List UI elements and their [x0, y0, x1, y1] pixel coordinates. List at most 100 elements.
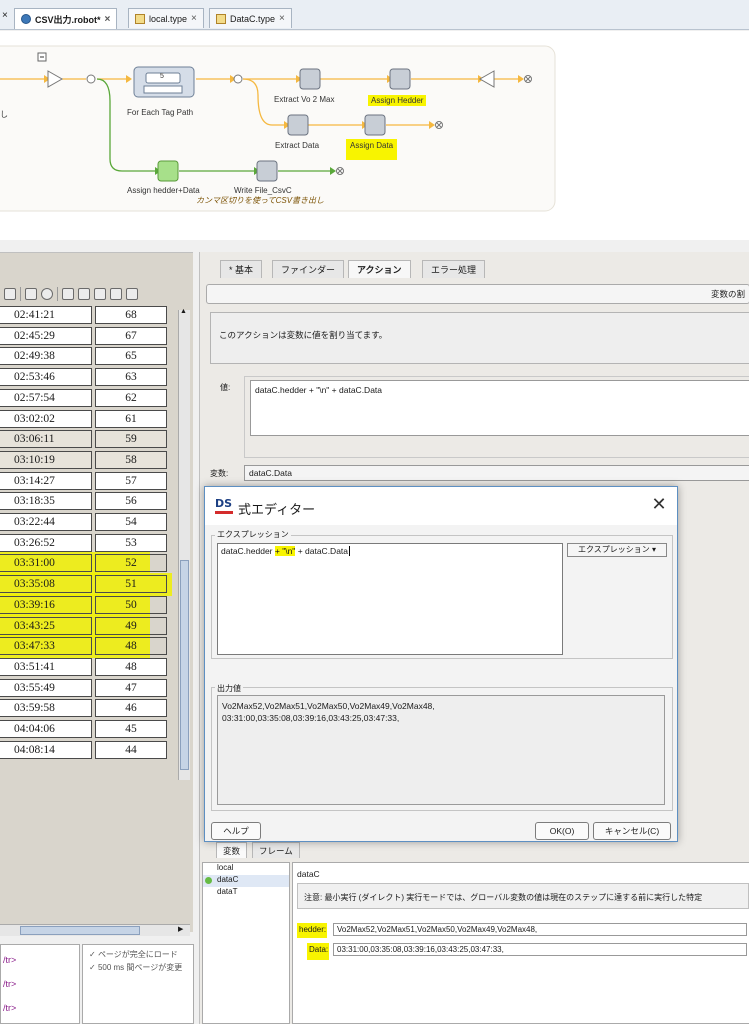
close-icon[interactable]: × — [105, 14, 111, 25]
source-view[interactable]: /tr> /tr> /tr> — [0, 944, 80, 1024]
table-row[interactable]: 03:31:00 52 — [0, 552, 170, 576]
time-cell[interactable]: 03:22:44 — [0, 513, 92, 531]
tab-basic[interactable]: * 基本 — [220, 260, 263, 278]
for-each-label[interactable]: For Each Tag Path — [127, 108, 193, 117]
value-cell[interactable]: 68 — [95, 306, 167, 324]
value-cell[interactable]: 45 — [95, 720, 167, 738]
flow-canvas[interactable]: し 5 For Each Tag Path Extract Vo 2 Max A… — [0, 31, 749, 240]
time-cell[interactable]: 03:26:52 — [0, 533, 92, 552]
tab-variables[interactable]: 変数 — [216, 842, 248, 858]
write-file-label[interactable]: Write File_CsvC — [234, 186, 292, 195]
time-cell[interactable]: 03:10:19 — [0, 450, 92, 469]
table-row[interactable]: 03:47:33 48 — [0, 635, 170, 658]
table-row[interactable]: 03:02:02 61 — [0, 408, 170, 428]
time-cell[interactable]: 02:53:46 — [0, 368, 92, 387]
table-row[interactable]: 03:55:49 47 — [0, 677, 170, 697]
tab-error-handling[interactable]: エラー処理 — [422, 260, 486, 278]
value-cell[interactable]: 47 — [95, 678, 167, 697]
table-row[interactable]: 03:22:44 54 — [0, 511, 170, 531]
value-cell[interactable]: 44 — [95, 740, 167, 759]
data-field[interactable]: 03:31:00,03:35:08,03:39:16,03:43:25,03:4… — [333, 943, 747, 956]
table-row[interactable]: 03:06:11 59 — [0, 428, 170, 449]
value-cell[interactable]: 65 — [95, 347, 167, 366]
window-icon[interactable] — [110, 288, 122, 300]
hedder-field[interactable]: Vo2Max52,Vo2Max51,Vo2Max50,Vo2Max49,Vo2M… — [333, 923, 747, 936]
variable-item-datat[interactable]: dataT — [203, 887, 289, 899]
close-icon[interactable]: × — [2, 10, 8, 21]
table-row[interactable]: 02:45:29 67 — [0, 325, 170, 345]
tab-datac-type[interactable]: DataC.type × — [209, 8, 292, 28]
time-cell[interactable]: 02:49:38 — [0, 347, 92, 366]
value-cell[interactable]: 57 — [95, 471, 167, 490]
time-cell[interactable]: 03:51:41 — [0, 657, 92, 676]
ok-button[interactable]: OK(O) — [535, 822, 589, 840]
scroll-up-icon[interactable]: ▲ — [180, 308, 187, 315]
value-field[interactable]: dataC.hedder + "\n" + dataC.Data — [250, 380, 749, 436]
time-cell[interactable]: 03:59:58 — [0, 699, 92, 718]
table-row[interactable]: 03:51:41 48 — [0, 656, 170, 676]
variable-field[interactable]: dataC.Data — [244, 465, 749, 481]
time-cell[interactable]: 03:02:02 — [0, 409, 92, 428]
assign-data-label[interactable]: Assign Data — [346, 139, 398, 160]
assign-hedder-data-label[interactable]: Assign hedder+Data — [127, 186, 200, 195]
tab-frames[interactable]: フレーム — [252, 842, 300, 858]
time-cell[interactable]: 02:45:29 — [0, 326, 92, 345]
dom-icon[interactable] — [25, 288, 37, 300]
value-cell[interactable]: 59 — [95, 430, 167, 449]
time-cell[interactable]: 03:47:33 — [0, 637, 92, 656]
zoom-icon[interactable] — [41, 288, 53, 300]
search-icon[interactable] — [126, 288, 138, 300]
time-cell[interactable]: 03:39:16 — [0, 595, 92, 614]
close-icon[interactable]: ✕ — [649, 495, 669, 515]
table-row[interactable]: 03:39:16 50 — [0, 593, 170, 617]
tab-local-type[interactable]: local.type × — [128, 8, 204, 28]
vertical-scrollbar[interactable]: ▲ — [178, 308, 190, 780]
dialog-title-bar[interactable]: DS 式エディター ✕ — [205, 487, 677, 525]
table-row[interactable]: 04:08:14 44 — [0, 739, 170, 759]
table-row[interactable]: 03:10:19 58 — [0, 449, 170, 469]
table-row[interactable]: 03:35:08 51 — [0, 573, 172, 596]
split-icon[interactable] — [94, 288, 106, 300]
extract-vo2max-label[interactable]: Extract Vo 2 Max — [274, 95, 334, 104]
toolbar-icon[interactable] — [4, 288, 16, 300]
variable-item-local[interactable]: local — [203, 863, 289, 875]
value-cell[interactable]: 63 — [95, 368, 167, 387]
expression-dropdown-button[interactable]: エクスプレッション ▾ — [567, 543, 667, 557]
table-row[interactable]: 02:49:38 65 — [0, 345, 170, 366]
copy-icon[interactable] — [62, 288, 74, 300]
table-row[interactable]: 03:43:25 49 — [0, 614, 170, 638]
time-cell[interactable]: 03:14:27 — [0, 471, 92, 490]
scrollbar-thumb[interactable] — [20, 926, 140, 935]
value-cell[interactable]: 61 — [95, 409, 167, 428]
scrollbar-thumb[interactable] — [180, 560, 189, 770]
value-cell[interactable]: 67 — [95, 326, 167, 345]
table-row[interactable]: 03:14:27 57 — [0, 470, 170, 490]
table-row[interactable]: 02:57:54 62 — [0, 387, 170, 407]
extract-data-label[interactable]: Extract Data — [275, 141, 319, 150]
value-cell[interactable]: 46 — [95, 699, 167, 718]
cancel-button[interactable]: キャンセル(C) — [593, 822, 671, 840]
time-cell[interactable]: 03:43:25 — [0, 616, 92, 635]
value-cell[interactable]: 62 — [95, 388, 167, 407]
splitter[interactable] — [0, 240, 749, 252]
table-row[interactable]: 02:41:21 68 — [0, 304, 170, 324]
value-cell[interactable]: 54 — [95, 513, 167, 531]
table-row[interactable]: 03:18:35 56 — [0, 490, 170, 511]
time-cell[interactable]: 04:08:14 — [0, 740, 92, 759]
tab-action[interactable]: アクション — [348, 260, 411, 278]
time-cell[interactable]: 03:06:11 — [0, 430, 92, 449]
value-cell[interactable]: 48 — [95, 657, 167, 676]
scroll-right-icon[interactable]: ▶ — [178, 925, 183, 933]
time-cell[interactable]: 03:31:00 — [0, 554, 92, 573]
assign-hedder-label[interactable]: Assign Hedder — [368, 95, 427, 106]
table-row[interactable]: 02:53:46 63 — [0, 366, 170, 387]
table-row[interactable]: 03:26:52 53 — [0, 532, 170, 552]
close-icon[interactable]: × — [191, 13, 197, 24]
time-cell[interactable]: 02:57:54 — [0, 388, 92, 407]
time-cell[interactable]: 03:35:08 — [0, 575, 92, 594]
value-cell[interactable]: 56 — [95, 492, 167, 511]
close-icon[interactable]: × — [279, 13, 285, 24]
action-title[interactable]: 変数の割 — [206, 284, 749, 304]
value-cell[interactable]: 52 — [95, 554, 167, 573]
variable-item-datac[interactable]: dataC — [203, 875, 289, 887]
